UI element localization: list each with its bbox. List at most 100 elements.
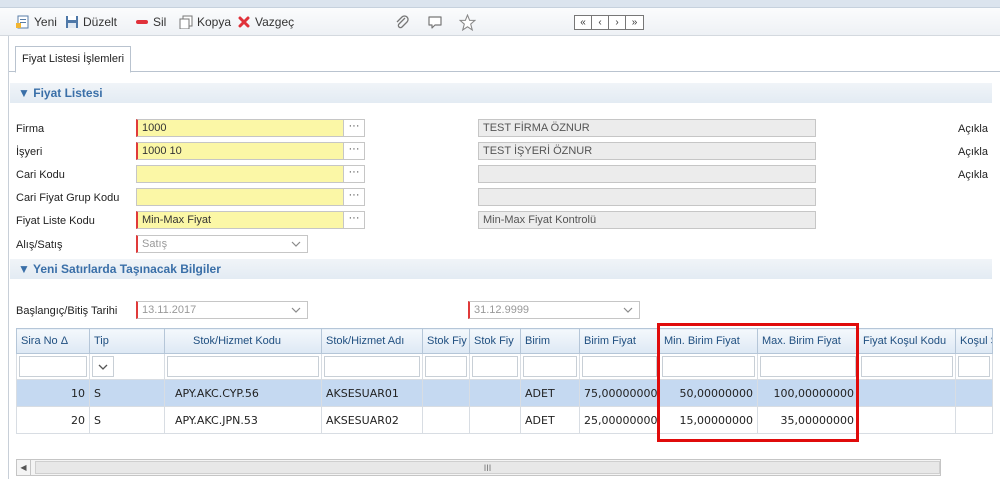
cell-stok-fiy-1 [422, 406, 470, 434]
firma-label: Firma [16, 123, 45, 135]
col-header-stok-adi[interactable]: Stok/Hizmet Adı [321, 328, 423, 354]
scroll-left-arrow-icon[interactable]: ◀ [17, 460, 31, 475]
cell-tip: S [89, 379, 165, 407]
horizontal-scrollbar[interactable]: ◀ III [16, 459, 941, 476]
firma-description: TEST FİRMA ÖZNUR [478, 119, 816, 137]
chevron-down-icon[interactable] [287, 302, 305, 318]
cari-fiyat-grup-description [478, 188, 816, 206]
cancel-button[interactable]: Vazgeç [237, 13, 294, 31]
baslangic-tarihi-input[interactable]: 13.11.2017 [136, 301, 308, 319]
aciklama-label-3: Açıkla [958, 169, 988, 181]
filter-input-birim[interactable] [523, 356, 577, 377]
edit-label: Düzelt [83, 15, 118, 29]
cell-sira-no: 20 [16, 406, 90, 434]
cari-kodu-lookup-button[interactable]: ··· [343, 165, 365, 183]
section-header-yeni-satirlar[interactable]: ▼ Yeni Satırlarda Taşınacak Bilgiler [10, 259, 992, 279]
copy-button[interactable]: Kopya [179, 13, 231, 31]
isyeri-input[interactable]: 1000 10 [136, 142, 344, 160]
chevron-down-icon[interactable] [287, 236, 305, 252]
cari-fiyat-grup-lookup-button[interactable]: ··· [343, 188, 365, 206]
cancel-label: Vazgeç [255, 15, 295, 29]
copy-icon [179, 15, 193, 29]
delete-button[interactable]: Sil [135, 13, 166, 31]
last-record-button[interactable]: » [626, 16, 643, 29]
alis-satis-select[interactable]: Satış [136, 235, 308, 253]
cell-min-birim-fiyat: 15,00000000 [659, 406, 758, 434]
cell-max-birim-fiyat: 100,00000000 [757, 379, 859, 407]
chevron-down-icon[interactable] [619, 302, 637, 318]
comment-icon[interactable] [425, 12, 445, 32]
grid-header-row: Sira No Δ Tip Stok/Hizmet Kodu Stok/Hizm… [16, 328, 993, 354]
fiyat-liste-kodu-label: Fiyat Liste Kodu [16, 215, 95, 227]
cell-stok-fiy-2 [469, 406, 521, 434]
toolbar: Yeni Düzelt Sil Kopya Vazgeç « ‹ › » [0, 8, 1000, 36]
filter-input-fiyat-kosul[interactable] [861, 356, 953, 377]
table-row[interactable]: 10 S APY.AKC.CYP.56 AKSESUAR01 ADET 75,0… [16, 379, 993, 407]
firma-lookup-button[interactable]: ··· [343, 119, 365, 137]
window-top-strip [0, 0, 1000, 8]
col-header-birim-fiyat[interactable]: Birim Fiyat [579, 328, 660, 354]
filter-input-kosul-s[interactable] [958, 356, 990, 377]
fiyat-liste-kodu-input[interactable]: Min-Max Fiyat [136, 211, 344, 229]
col-header-birim[interactable]: Birim [520, 328, 580, 354]
cari-fiyat-grup-label: Cari Fiyat Grup Kodu [16, 192, 120, 204]
cell-stok-fiy-1 [422, 379, 470, 407]
cell-kosul-s [955, 406, 993, 434]
section-header-fiyat-listesi[interactable]: ▼ Fiyat Listesi [10, 83, 992, 103]
fiyat-liste-kodu-description: Min-Max Fiyat Kontrolü [478, 211, 816, 229]
isyeri-label: İşyeri [16, 146, 43, 158]
cell-min-birim-fiyat: 50,00000000 [659, 379, 758, 407]
scrollbar-thumb[interactable]: III [35, 461, 940, 474]
cell-stok-kodu: APY.AKC.CYP.56 [164, 379, 322, 407]
first-record-button[interactable]: « [575, 16, 592, 29]
new-button[interactable]: Yeni [16, 13, 57, 31]
filter-input-stok-kodu[interactable] [167, 356, 319, 377]
cell-sira-no: 10 [16, 379, 90, 407]
alis-satis-label: Alış/Satış [16, 239, 63, 251]
filter-input-stok-adi[interactable] [324, 356, 420, 377]
edit-button[interactable]: Düzelt [65, 13, 117, 31]
filter-input-sira[interactable] [19, 356, 87, 377]
minus-icon [135, 15, 149, 29]
paperclip-icon[interactable] [392, 12, 412, 32]
cari-fiyat-grup-input[interactable] [136, 188, 344, 206]
filter-input-birim-fiyat[interactable] [582, 356, 657, 377]
chevron-down-icon [98, 364, 108, 370]
filter-dropdown-tip[interactable] [92, 356, 114, 377]
cari-kodu-input[interactable] [136, 165, 344, 183]
isyeri-lookup-button[interactable]: ··· [343, 142, 365, 160]
firma-input[interactable]: 1000 [136, 119, 344, 137]
bitis-tarihi-input[interactable]: 31.12.9999 [468, 301, 640, 319]
cell-max-birim-fiyat: 35,00000000 [757, 406, 859, 434]
star-icon[interactable] [457, 12, 477, 32]
filter-input-max-birim-fiyat[interactable] [760, 356, 856, 377]
next-record-button[interactable]: › [609, 16, 626, 29]
col-header-min-birim-fiyat[interactable]: Min. Birim Fiyat [659, 328, 758, 354]
col-header-tip[interactable]: Tip [89, 328, 165, 354]
col-header-fiyat-kosul-kodu[interactable]: Fiyat Koşul Kodu [858, 328, 956, 354]
col-header-stok-fiy-1[interactable]: Stok Fiy [422, 328, 470, 354]
collapse-triangle-icon: ▼ [18, 262, 30, 276]
cell-stok-adi: AKSESUAR01 [321, 379, 423, 407]
previous-record-button[interactable]: ‹ [592, 16, 609, 29]
col-header-stok-fiy-2[interactable]: Stok Fiy [469, 328, 521, 354]
save-disk-icon [65, 15, 79, 29]
cell-birim-fiyat: 75,00000000 [579, 379, 660, 407]
col-header-kosul-s[interactable]: Koşul Sı [955, 328, 993, 354]
col-header-max-birim-fiyat[interactable]: Max. Birim Fiyat [757, 328, 859, 354]
cell-stok-fiy-2 [469, 379, 521, 407]
tab-bar: Fiyat Listesi İşlemleri [9, 46, 1000, 73]
cari-kodu-label: Cari Kodu [16, 169, 65, 181]
tab-fiyat-listesi-islemleri[interactable]: Fiyat Listesi İşlemleri [15, 46, 132, 73]
isyeri-description: TEST İŞYERİ ÖZNUR [478, 142, 816, 160]
cell-kosul-s [955, 379, 993, 407]
cell-birim-fiyat: 25,00000000 [579, 406, 660, 434]
col-header-stok-kodu[interactable]: Stok/Hizmet Kodu [164, 328, 322, 354]
table-row[interactable]: 20 S APY.AKC.JPN.53 AKSESUAR02 ADET 25,0… [16, 406, 993, 434]
filter-input-min-birim-fiyat[interactable] [662, 356, 755, 377]
filter-input-stok-fiy-1[interactable] [425, 356, 467, 377]
fiyat-liste-kodu-lookup-button[interactable]: ··· [343, 211, 365, 229]
filter-input-stok-fiy-2[interactable] [472, 356, 518, 377]
section-title: Yeni Satırlarda Taşınacak Bilgiler [33, 262, 221, 276]
col-header-sira-no[interactable]: Sira No Δ [16, 328, 90, 354]
